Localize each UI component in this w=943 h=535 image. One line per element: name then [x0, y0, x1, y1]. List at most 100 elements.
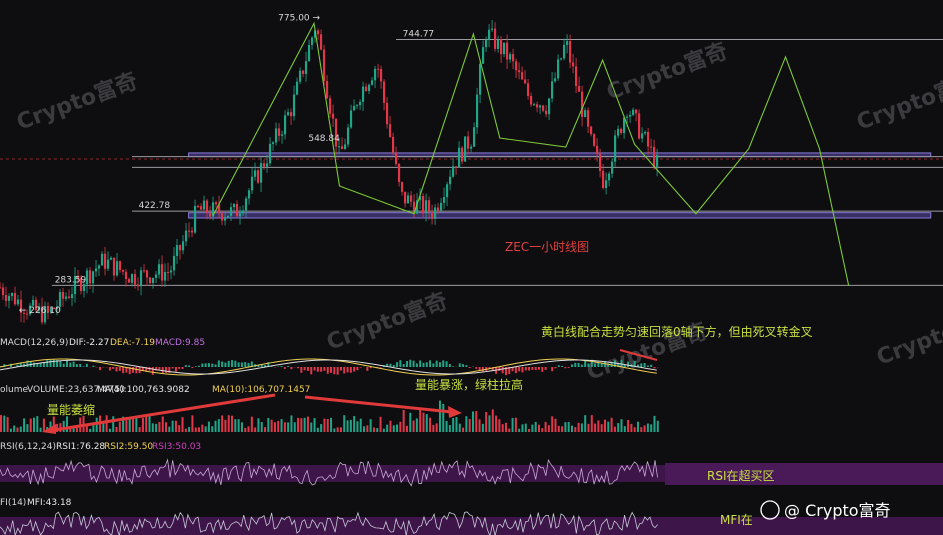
volume-bar	[240, 422, 243, 432]
candle-body	[295, 81, 299, 95]
candle-body	[325, 80, 329, 99]
volume-bar	[402, 409, 405, 432]
macd-bar	[227, 360, 230, 367]
volume-bar	[158, 421, 161, 432]
macd-bar	[514, 367, 517, 374]
candle-body	[409, 195, 413, 202]
volume-bar	[363, 426, 366, 432]
macd-bar	[33, 362, 36, 367]
candle-body	[112, 257, 116, 276]
macd-bar	[564, 367, 567, 369]
volume-bar	[475, 411, 478, 432]
candle-body	[358, 101, 362, 106]
candle-body	[0, 287, 2, 289]
candle-body	[520, 72, 524, 80]
macd-bar	[85, 363, 88, 367]
candle-body	[256, 170, 260, 183]
volume-bar	[646, 423, 649, 432]
volume-bar	[0, 415, 2, 432]
volume-bar	[264, 427, 267, 432]
candle-body	[649, 146, 653, 148]
macd-bar	[69, 362, 72, 367]
volume-bar	[237, 419, 240, 432]
macd-bar	[458, 363, 461, 367]
candle-body	[349, 110, 353, 128]
volume-bar	[260, 422, 263, 432]
candle-body	[94, 268, 98, 272]
candle-body	[391, 136, 395, 154]
macd-bar	[59, 360, 62, 367]
support-zone	[188, 212, 932, 219]
volume-bar	[567, 421, 570, 432]
candle-body	[502, 42, 506, 55]
macd-bar	[171, 367, 174, 369]
volume-bar	[135, 418, 138, 432]
volume-bar	[425, 414, 428, 432]
candle-body	[466, 136, 470, 149]
volume-bar	[656, 420, 659, 432]
volume-bar	[221, 415, 224, 432]
macd-bar	[646, 365, 649, 367]
watermark: Crypto富奇	[853, 68, 943, 136]
volume-bar	[270, 419, 273, 432]
candle-body	[406, 195, 410, 204]
volume-bar	[320, 424, 323, 432]
candle-body	[259, 163, 263, 183]
macd-bar	[462, 364, 465, 367]
volume-bar	[224, 419, 227, 432]
candle-body	[136, 284, 140, 287]
candle-body	[214, 202, 218, 205]
macd-bar	[201, 363, 204, 367]
volume-bar	[458, 423, 461, 432]
macd-bar	[92, 365, 95, 367]
macd-dea: DEA:-7.19	[110, 338, 155, 348]
volume-bar	[250, 416, 253, 432]
candle-body	[484, 39, 488, 48]
volume-bar	[574, 427, 577, 432]
candle-body	[67, 296, 71, 299]
volume-bar	[580, 423, 583, 432]
candle-body	[367, 84, 371, 92]
volume-bar	[204, 426, 207, 432]
macd-dif: DIF:-2.27	[69, 338, 109, 348]
macd-bar	[425, 362, 428, 367]
candle-body	[202, 200, 206, 210]
volume-bar	[603, 419, 606, 432]
volume-bar	[600, 424, 603, 432]
macd-bar	[207, 363, 210, 367]
volume-bar	[412, 420, 415, 432]
volume-bar	[108, 428, 111, 432]
macd-bar	[49, 359, 52, 367]
macd-bar	[300, 367, 303, 373]
surge-arrowhead	[448, 406, 462, 418]
candle-body	[106, 259, 110, 269]
macd-bar	[409, 359, 412, 367]
macd-bar	[217, 360, 220, 367]
volume-ma10: MA(10):106,707.1457	[212, 385, 310, 395]
volume-bar	[244, 427, 247, 432]
macd-bar	[108, 367, 111, 371]
candle-body	[319, 34, 323, 50]
candle-body	[592, 134, 596, 146]
volume-bar	[504, 422, 507, 432]
macd-bar	[438, 362, 441, 367]
macd-bar	[198, 365, 201, 367]
candle-body	[598, 153, 602, 171]
macd-bar	[310, 367, 313, 375]
volume-bar	[636, 421, 639, 432]
candle-body	[571, 62, 575, 67]
candle-body	[307, 44, 311, 62]
candle-body	[88, 270, 92, 284]
candle-body	[232, 204, 236, 208]
macd-bar	[419, 360, 422, 367]
candle-body	[460, 147, 464, 162]
macd-bar	[557, 365, 560, 367]
macd-bar	[567, 367, 570, 368]
volume-bar	[277, 420, 280, 432]
candle-body	[643, 131, 647, 134]
candle-body	[64, 296, 68, 299]
macd-bar	[178, 367, 181, 369]
macd-bar	[316, 367, 319, 372]
candle-body	[478, 63, 482, 95]
macd-bar	[72, 361, 75, 367]
